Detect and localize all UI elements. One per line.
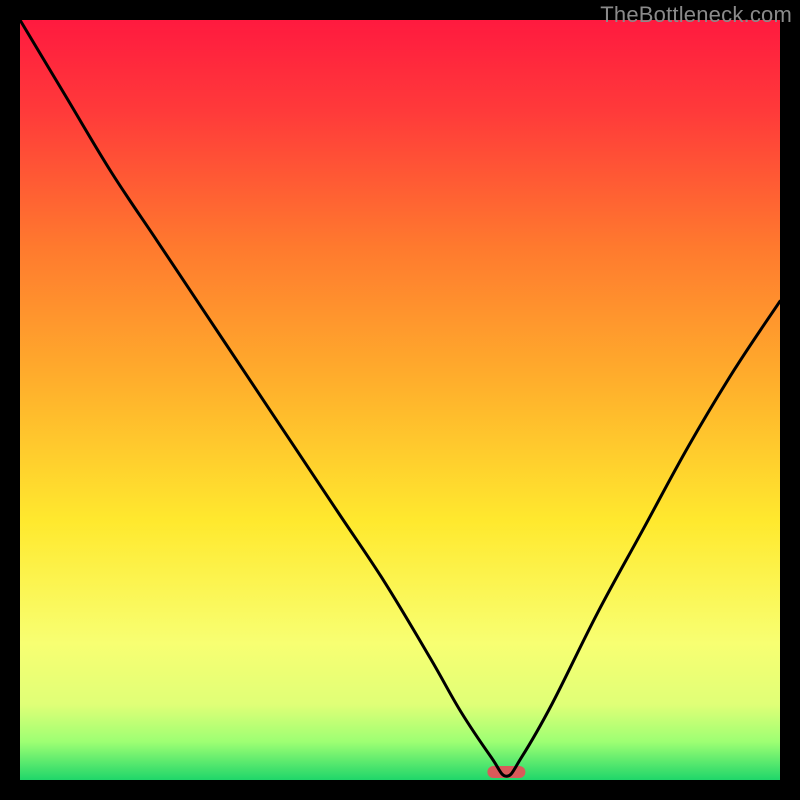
plot-area — [20, 20, 780, 780]
v-curve-chart — [20, 20, 780, 780]
gradient-background — [20, 20, 780, 780]
watermark-text: TheBottleneck.com — [600, 2, 792, 28]
chart-frame: TheBottleneck.com — [0, 0, 800, 800]
